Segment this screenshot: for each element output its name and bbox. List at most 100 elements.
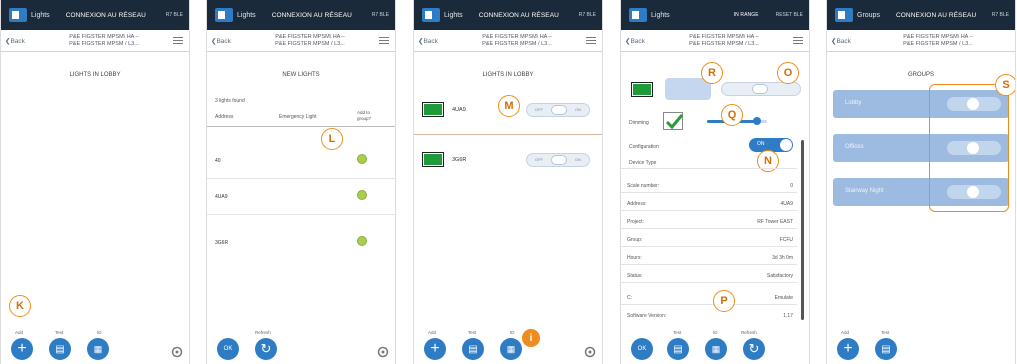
- bottom-toolbar: Add + Test ▤: [827, 324, 1015, 364]
- nav-bar: ❮Back P&E FIGSTER MPSM\ HA – P&E FIGSTER…: [827, 30, 1015, 52]
- version-label: R7 BLE: [371, 12, 389, 18]
- toggle-on-label: ON: [575, 157, 581, 162]
- screen-lights-list: Lights CONNEXION AU RÉSEAU R7 BLE ❮Back …: [413, 0, 603, 364]
- light-row[interactable]: 3G6R OFF ON: [414, 140, 602, 180]
- add-button[interactable]: +: [11, 338, 33, 360]
- configuration-label: Configuration: [629, 144, 659, 150]
- toggle-knob: [780, 139, 792, 151]
- group-name: Lobby: [845, 100, 862, 106]
- light-row[interactable]: 3G6R: [207, 230, 395, 258]
- refresh-button[interactable]: ↻: [255, 338, 277, 360]
- callout-marker-r: R: [701, 62, 723, 84]
- checkmark-icon: [665, 114, 684, 130]
- light-row[interactable]: 40: [207, 148, 395, 176]
- app-logo-icon: [420, 6, 442, 24]
- row-divider: [621, 168, 797, 169]
- nav-bar: ❮Back P&E FIGSTER MPSM\ HA – P&E FIGSTER…: [414, 30, 602, 52]
- light-toggle[interactable]: OFF ON: [526, 153, 590, 167]
- version-label: R7 BLE: [991, 12, 1009, 18]
- row-divider: [621, 264, 797, 265]
- callout-marker-k: K: [9, 295, 31, 317]
- bottom-toolbar: OK Refresh ↻: [207, 324, 395, 364]
- group-name: Offices: [845, 144, 864, 150]
- breadcrumb-line1: P&E FIGSTER MPSM\ HA –: [689, 33, 759, 40]
- version-label: R7 BLE: [165, 12, 183, 18]
- light-address: 40: [215, 158, 221, 164]
- row-divider: [621, 282, 797, 283]
- breadcrumb-line2: P&E FIGSTER MPSM / L3...: [69, 40, 139, 47]
- toggle-off-label: OFF: [535, 107, 543, 112]
- menu-icon[interactable]: [173, 35, 183, 46]
- settings-gear-icon[interactable]: [584, 346, 596, 358]
- slider-thumb[interactable]: [753, 117, 761, 125]
- settings-gear-icon[interactable]: [377, 346, 389, 358]
- test-button[interactable]: ▤: [667, 338, 689, 360]
- settings-gear-icon[interactable]: [171, 346, 183, 358]
- callout-marker-l: L: [321, 128, 343, 150]
- id-label: ID: [97, 330, 102, 335]
- breadcrumb-line2: P&E FIGSTER MPSM / L3...: [903, 40, 973, 47]
- id-button[interactable]: ▦: [705, 338, 727, 360]
- connection-status[interactable]: CONNEXION AU RÉSEAU: [272, 12, 352, 19]
- refresh-button[interactable]: ↻: [743, 338, 765, 360]
- back-button[interactable]: ❮Back: [831, 37, 851, 45]
- test-button[interactable]: ▤: [875, 338, 897, 360]
- callout-marker-o: O: [777, 62, 799, 84]
- light-toggle[interactable]: [721, 82, 801, 96]
- callout-marker-s: S: [995, 74, 1015, 96]
- back-button[interactable]: ❮Back: [418, 37, 438, 45]
- toggle-knob: [551, 155, 567, 165]
- connection-status[interactable]: CONNEXION AU RÉSEAU: [896, 12, 976, 19]
- app-logo-icon: [213, 6, 235, 24]
- id-button[interactable]: ▦: [500, 338, 522, 360]
- id-label: ID: [713, 330, 718, 335]
- callout-marker-i: i: [522, 329, 540, 347]
- breadcrumb-line1: P&E FIGSTER MPSM\ HA –: [903, 33, 973, 40]
- add-button[interactable]: +: [837, 338, 859, 360]
- test-button[interactable]: ▤: [462, 338, 484, 360]
- connection-status[interactable]: CONNEXION AU RÉSEAU: [66, 12, 146, 19]
- ok-button[interactable]: OK: [631, 338, 653, 360]
- breadcrumb: P&E FIGSTER MPSM\ HA – P&E FIGSTER MPSM …: [35, 34, 173, 48]
- callout-marker-p: P: [713, 290, 735, 312]
- breadcrumb-line2: P&E FIGSTER MPSM / L3...: [689, 40, 759, 47]
- connection-status[interactable]: CONNEXION AU RÉSEAU: [479, 12, 559, 19]
- back-button[interactable]: ❮Back: [625, 37, 645, 45]
- back-button[interactable]: ❮Back: [5, 37, 25, 45]
- connection-status[interactable]: IN RANGE: [734, 12, 759, 18]
- page-title: NEW LIGHTS: [282, 72, 320, 78]
- breadcrumb-line1: P&E FIGSTER MPSM\ HA –: [482, 33, 552, 40]
- app-name: Lights: [651, 11, 670, 19]
- light-toggle[interactable]: OFF ON: [526, 103, 590, 117]
- light-name: 3G6R: [452, 157, 467, 163]
- light-address: 3G6R: [215, 240, 229, 246]
- screen-groups: Groups CONNEXION AU RÉSEAU R7 BLE ❮Back …: [826, 0, 1016, 364]
- toggle-knob: [752, 84, 768, 94]
- menu-icon[interactable]: [586, 35, 596, 46]
- top-bar: Lights CONNEXION AU RÉSEAU R7 BLE: [1, 0, 189, 30]
- bottom-toolbar: Add + Test ▤ ID ▦: [1, 324, 189, 364]
- version-label[interactable]: RESET BLE: [776, 12, 803, 18]
- breadcrumb: P&E FIGSTER MPSM\ HA – P&E FIGSTER MPSM …: [861, 34, 1015, 48]
- toggle-on-label: ON: [575, 107, 581, 112]
- id-button[interactable]: ▦: [87, 338, 109, 360]
- test-button[interactable]: ▤: [49, 338, 71, 360]
- menu-icon[interactable]: [379, 35, 389, 46]
- light-row[interactable]: 4UA9: [207, 184, 395, 212]
- emergency-exit-icon: [422, 102, 444, 117]
- back-button[interactable]: ❮Back: [211, 37, 231, 45]
- row-divider: [621, 246, 797, 247]
- dimming-checkbox[interactable]: [663, 112, 684, 130]
- header-divider: [207, 126, 395, 127]
- ok-button[interactable]: OK: [217, 338, 239, 360]
- add-button[interactable]: +: [424, 338, 446, 360]
- add-to-group-checkbox[interactable]: [357, 154, 367, 164]
- add-to-group-checkbox[interactable]: [357, 236, 367, 246]
- callout-marker-m: M: [498, 95, 520, 117]
- toggle-off-label: OFF: [535, 157, 543, 162]
- nav-bar: ❮Back P&E FIGSTER MPSM\ HA – P&E FIGSTER…: [1, 30, 189, 52]
- add-to-group-checkbox[interactable]: [357, 190, 367, 200]
- menu-icon[interactable]: [793, 35, 803, 46]
- scrollbar[interactable]: [801, 140, 804, 320]
- test-label: Test: [881, 330, 890, 335]
